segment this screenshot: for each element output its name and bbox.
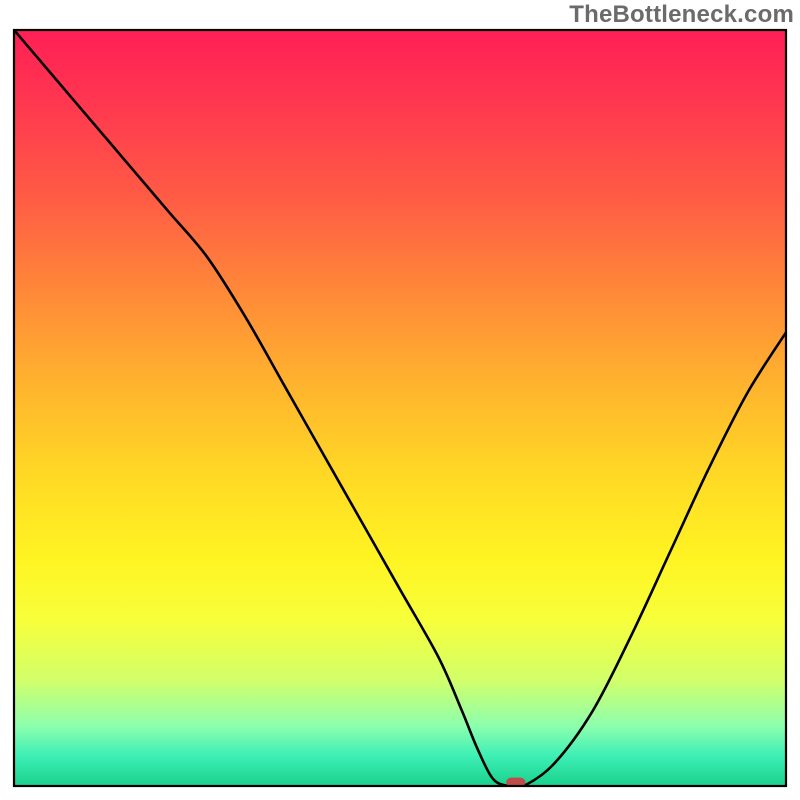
chart-background: [14, 30, 786, 786]
bottleneck-chart: [0, 0, 800, 800]
chart-container: TheBottleneck.com: [0, 0, 800, 800]
watermark-text: TheBottleneck.com: [569, 1, 794, 29]
